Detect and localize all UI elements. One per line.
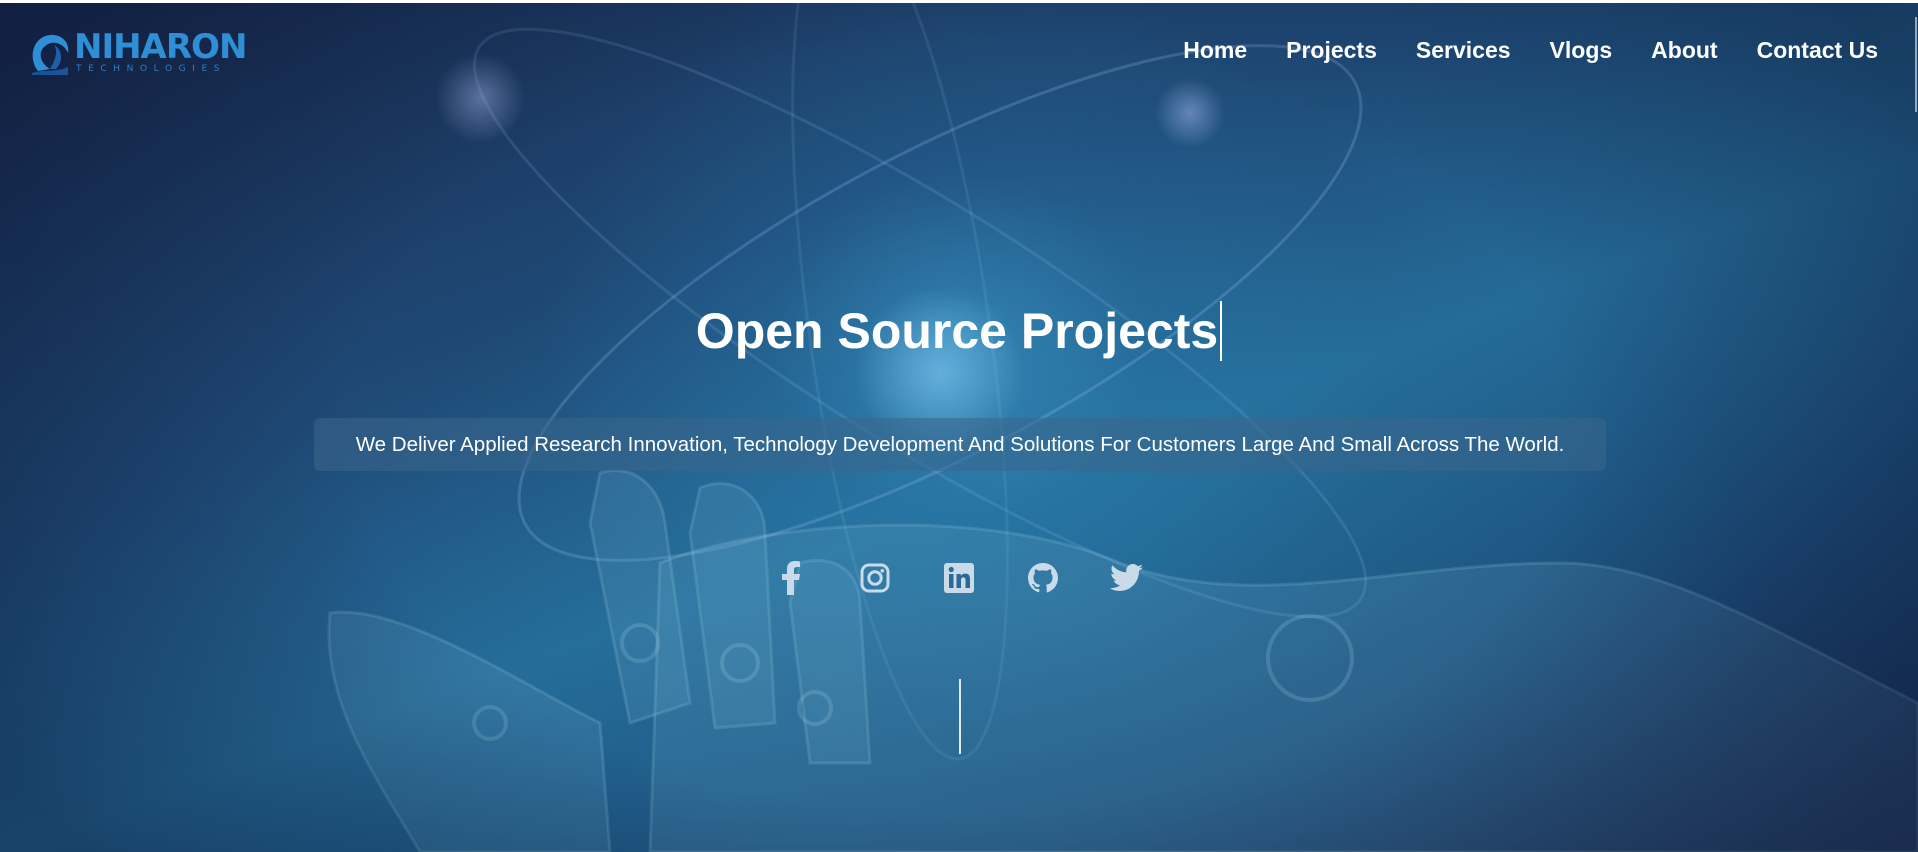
linkedin-icon[interactable] xyxy=(940,559,978,597)
instagram-icon[interactable] xyxy=(856,559,894,597)
hero-title-wrap: Open Source Projects xyxy=(0,301,1918,361)
twitter-icon[interactable] xyxy=(1108,559,1146,597)
main-nav: Home Projects Services Vlogs About Conta… xyxy=(1144,37,1878,64)
brand-subtitle: TECHNOLOGIES xyxy=(76,64,227,74)
nav-contact-us[interactable]: Contact Us xyxy=(1757,37,1878,64)
nav-vlogs[interactable]: Vlogs xyxy=(1550,37,1613,64)
hero-section: NIHARON TECHNOLOGIES Home Projects Servi… xyxy=(0,3,1918,852)
nav-services[interactable]: Services xyxy=(1416,37,1511,64)
nav-home[interactable]: Home xyxy=(1183,37,1247,64)
nav-projects[interactable]: Projects xyxy=(1286,37,1377,64)
social-links xyxy=(0,559,1918,597)
hero-tagline-box: We Deliver Applied Research Innovation, … xyxy=(314,418,1606,471)
hero-title: Open Source Projects xyxy=(696,301,1223,361)
wave-logo-icon xyxy=(32,34,69,75)
facebook-icon[interactable] xyxy=(772,559,810,597)
scroll-down-indicator[interactable] xyxy=(959,679,961,754)
brand-logo[interactable]: NIHARON TECHNOLOGIES xyxy=(28,27,247,77)
page-scrollbar[interactable] xyxy=(1915,17,1917,112)
nav-about[interactable]: About xyxy=(1651,37,1717,64)
github-icon[interactable] xyxy=(1024,559,1062,597)
hero-tagline: We Deliver Applied Research Innovation, … xyxy=(355,432,1565,456)
brand-name: NIHARON xyxy=(74,27,247,67)
page: NIHARON TECHNOLOGIES Home Projects Servi… xyxy=(0,0,1918,852)
